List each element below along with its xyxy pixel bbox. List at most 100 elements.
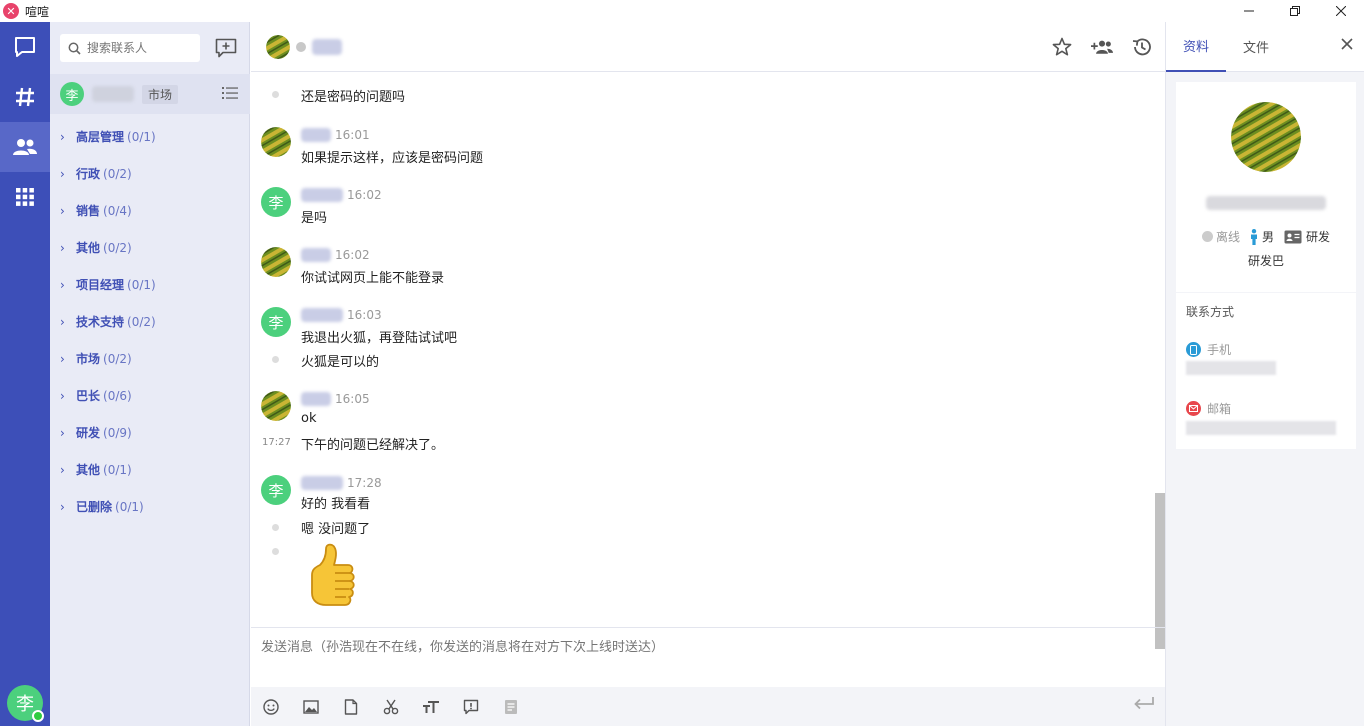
sender-name-blurred — [301, 128, 331, 142]
people-icon — [13, 139, 37, 155]
message-text: 好的 我看看 — [301, 497, 371, 512]
new-chat-button[interactable] — [214, 36, 238, 60]
group-name: 项目经理 — [76, 278, 125, 292]
group-item[interactable]: › 其他 (0/1) — [50, 451, 250, 488]
group-name: 行政 — [76, 167, 101, 181]
nav-channels[interactable] — [0, 72, 50, 122]
close-window-button[interactable] — [1318, 0, 1364, 22]
restore-icon — [1290, 6, 1300, 16]
contact-groups: › 高层管理 (0/1) › 行政 (0/2) › 销售 (0/4) › 其他 (0/2) › 项… — [50, 118, 250, 525]
email-label-row: 邮箱 — [1186, 400, 1231, 417]
group-item[interactable]: › 市场 (0/2) — [50, 340, 250, 377]
note-icon — [505, 699, 517, 714]
profile-name-blurred — [1206, 196, 1326, 210]
sender-name-blurred — [301, 188, 343, 202]
group-item[interactable]: › 高层管理 (0/1) — [50, 118, 250, 155]
group-name: 销售 — [76, 204, 101, 218]
list-view-button[interactable] — [222, 86, 238, 104]
contact-avatar[interactable] — [266, 34, 290, 59]
feedback-button[interactable] — [457, 693, 485, 721]
group-name: 巴长 — [76, 389, 101, 403]
nav-contacts[interactable] — [0, 122, 50, 172]
send-button[interactable] — [1133, 695, 1155, 715]
online-status-dot — [32, 710, 44, 722]
message-input[interactable] — [261, 640, 1141, 655]
group-name: 技术支持 — [76, 315, 125, 329]
hash-icon — [16, 87, 34, 107]
phone-icon — [1186, 342, 1201, 357]
file-button[interactable] — [337, 693, 365, 721]
group-item[interactable]: › 其他 (0/2) — [50, 229, 250, 266]
chevron-right-icon: › — [60, 462, 65, 477]
sender-avatar[interactable]: 李 — [261, 475, 291, 505]
emoji-button[interactable] — [257, 693, 285, 721]
group-count: (0/6) — [103, 388, 132, 403]
message-scrollbar[interactable] — [1155, 493, 1165, 649]
image-button[interactable] — [297, 693, 325, 721]
profile-attributes: 离线 男 研发 — [1176, 228, 1356, 245]
email-value-blurred — [1186, 421, 1336, 435]
favorite-button[interactable] — [1051, 36, 1073, 58]
sender-avatar[interactable] — [261, 247, 291, 277]
message-meta: 16:03 — [301, 308, 382, 322]
search-input[interactable] — [87, 41, 187, 55]
message-time: 17:28 — [347, 476, 382, 490]
message-meta: 16:02 — [301, 248, 370, 262]
minimize-icon — [1244, 10, 1254, 12]
thumbs-up-emoji — [304, 543, 364, 613]
me-dept-badge: 市场 — [142, 84, 179, 104]
group-count: (0/1) — [103, 462, 132, 477]
sender-avatar[interactable] — [261, 391, 291, 421]
chevron-right-icon: › — [60, 314, 65, 329]
profile-avatar — [1231, 102, 1301, 172]
group-item[interactable]: › 技术支持 (0/2) — [50, 303, 250, 340]
left-nav: 李 — [0, 22, 50, 726]
screenshot-button[interactable] — [377, 693, 405, 721]
chevron-right-icon: › — [60, 203, 65, 218]
message-dot — [272, 548, 279, 555]
sender-avatar[interactable]: 李 — [261, 187, 291, 217]
group-count: (0/2) — [103, 351, 132, 366]
group-count: (0/1) — [127, 129, 156, 144]
thumbs-up-icon — [311, 543, 355, 606]
message-text: 是吗 — [301, 211, 328, 226]
group-count: (0/1) — [115, 499, 144, 514]
smiley-icon — [263, 698, 279, 715]
my-avatar-text: 李 — [16, 694, 34, 715]
profile-card: 离线 男 研发 研发巴 — [1176, 82, 1356, 292]
group-item[interactable]: › 项目经理 (0/1) — [50, 266, 250, 303]
sender-avatar[interactable]: 李 — [261, 307, 291, 337]
phone-value-blurred — [1186, 361, 1276, 375]
group-item[interactable]: › 销售 (0/4) — [50, 192, 250, 229]
apps-grid-icon — [16, 188, 34, 206]
font-size-button[interactable] — [417, 693, 445, 721]
tab-files[interactable]: 文件 — [1226, 22, 1286, 72]
add-member-button[interactable] — [1091, 36, 1113, 58]
profile-role: 研发 — [1284, 228, 1330, 245]
my-avatar[interactable]: 李 — [7, 685, 44, 722]
nav-chats[interactable] — [0, 22, 50, 72]
email-label: 邮箱 — [1207, 402, 1232, 416]
note-button[interactable] — [497, 693, 525, 721]
search-box[interactable] — [60, 34, 200, 62]
star-icon — [1052, 37, 1072, 56]
message-dot — [272, 524, 279, 531]
history-button[interactable] — [1131, 36, 1153, 58]
group-item[interactable]: › 研发 (0/9) — [50, 414, 250, 451]
group-count: (0/2) — [103, 166, 132, 181]
group-item[interactable]: › 已删除 (0/1) — [50, 488, 250, 525]
message-text: 你试试网页上能不能登录 — [301, 271, 445, 286]
message-time: 16:05 — [335, 392, 370, 406]
chevron-right-icon: › — [60, 166, 65, 181]
nav-apps[interactable] — [0, 172, 50, 222]
profile-tabs: 资料 文件 — [1166, 22, 1364, 72]
my-profile-row[interactable]: 李 市场 — [50, 74, 250, 114]
minimize-button[interactable] — [1226, 0, 1272, 22]
group-item[interactable]: › 巴长 (0/6) — [50, 377, 250, 414]
sender-avatar[interactable] — [261, 127, 291, 157]
tab-profile[interactable]: 资料 — [1166, 22, 1226, 72]
group-item[interactable]: › 行政 (0/2) — [50, 155, 250, 192]
close-panel-button[interactable] — [1341, 38, 1353, 54]
contact-name-blurred — [312, 38, 342, 55]
restore-button[interactable] — [1272, 0, 1318, 22]
